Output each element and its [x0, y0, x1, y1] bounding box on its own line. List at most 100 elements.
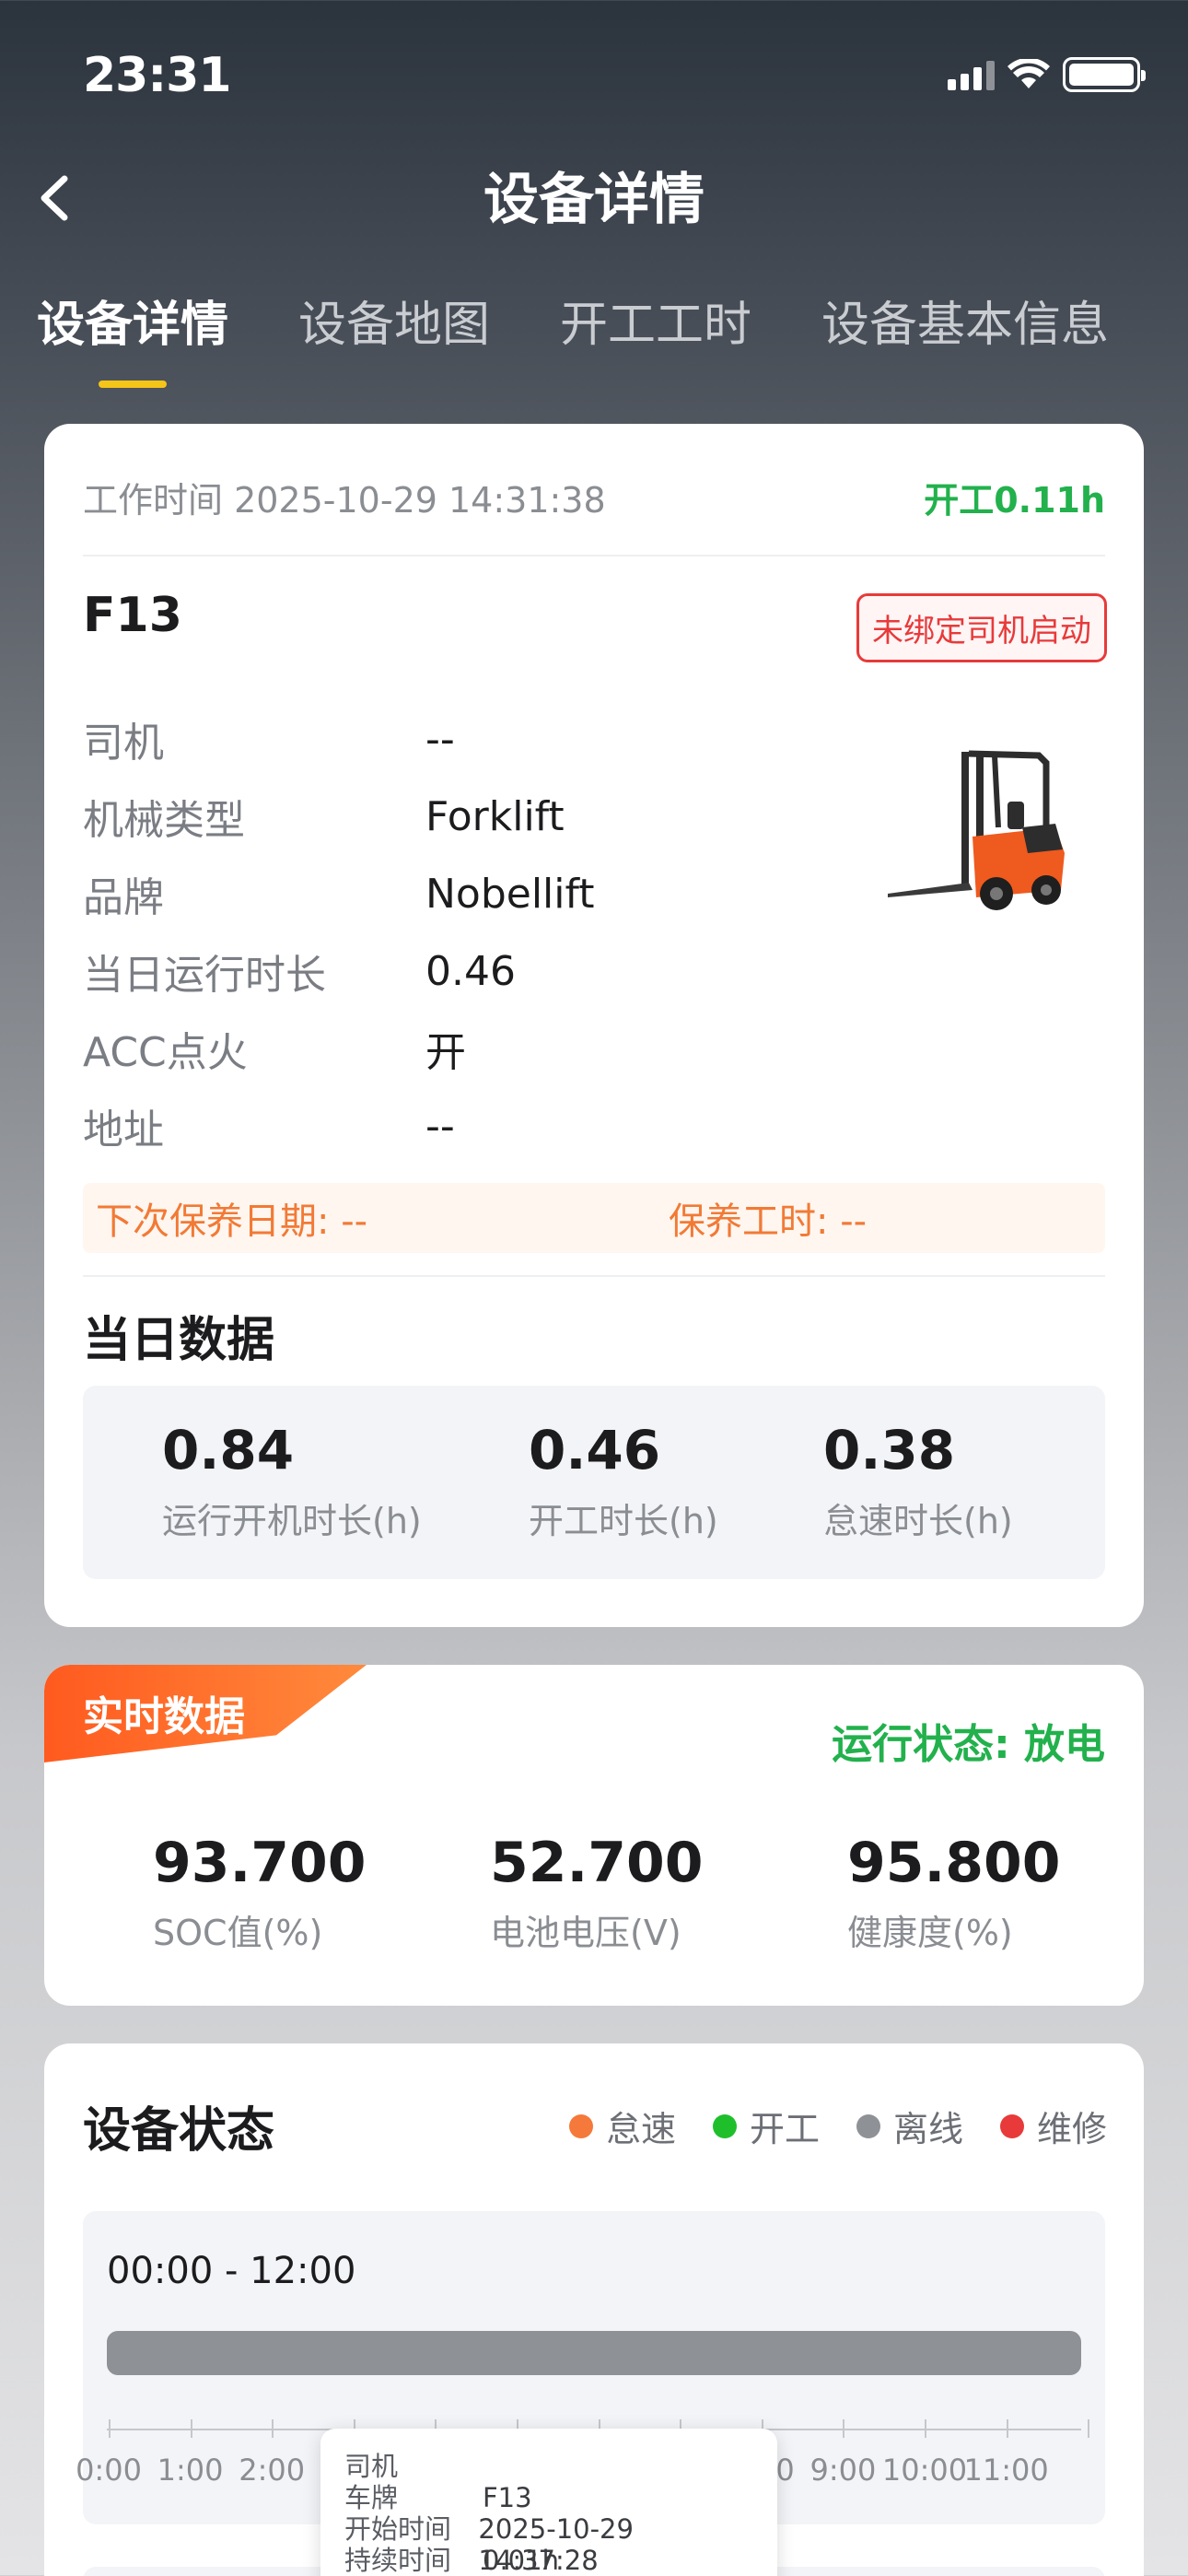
- info-label: 品牌: [83, 874, 164, 921]
- timeline-hour-label: 1:00: [157, 2453, 224, 2488]
- device-info-list: 司机 -- 机械类型 Forklift 品牌 Nobellift 当日运行时长 …: [83, 700, 594, 1165]
- info-row-address: 地址 --: [83, 1087, 594, 1165]
- next-maintenance-date: 下次保养日期: --: [96, 1200, 368, 1243]
- timeline-hour-label: 9:00: [809, 2453, 877, 2488]
- stat-label: SOC值(%): [153, 1913, 323, 1953]
- signal-icon: [948, 59, 995, 90]
- stat-label: 怠速时长(h): [823, 1501, 1013, 1541]
- device-name: F13: [83, 588, 182, 643]
- legend-label: 怠速: [605, 2109, 676, 2149]
- dot-icon: [856, 2113, 880, 2138]
- info-label: 司机: [83, 720, 164, 767]
- realtime-data-card: 实时数据 运行状态: 放电 93.700 SOC值(%) 52.700 电池电压…: [44, 1665, 1144, 2006]
- forklift-image: [888, 750, 1065, 910]
- info-row-brand: 品牌 Nobellift: [83, 855, 594, 932]
- stat-soc: 93.700 SOC值(%): [153, 1831, 367, 1955]
- legend-label: 离线: [892, 2109, 963, 2149]
- status-icons: [948, 57, 1146, 92]
- info-value: --: [425, 1102, 455, 1150]
- timeline-tick: [190, 2419, 192, 2438]
- divider: [83, 1275, 1105, 1277]
- info-value: --: [425, 715, 455, 763]
- stat-value: 0.38: [823, 1419, 956, 1481]
- work-time-label: 工作时间 2025-10-29 14:31:38: [83, 480, 606, 521]
- tab-device-map[interactable]: 设备地图: [298, 286, 490, 355]
- realtime-badge: 实时数据: [44, 1665, 367, 1762]
- tab-bar: 设备详情 设备地图 开工工时 设备基本信息: [37, 286, 1109, 355]
- battery-icon: [1063, 57, 1146, 92]
- tooltip-row: 司机: [344, 2451, 753, 2482]
- status-time: 23:31: [83, 48, 232, 103]
- info-row-machine-type: 机械类型 Forklift: [83, 778, 594, 855]
- legend-offline: 离线: [856, 2101, 963, 2151]
- timeline-tick: [272, 2419, 274, 2438]
- legend-label: 维修: [1036, 2109, 1107, 2149]
- unbound-driver-badge: 未绑定司机启动: [856, 593, 1107, 662]
- timeline-tick: [1088, 2419, 1090, 2438]
- maintenance-bar: 下次保养日期: -- 保养工时: --: [83, 1183, 1105, 1253]
- info-label: 当日运行时长: [83, 952, 326, 999]
- tooltip-value: F13: [483, 2482, 532, 2513]
- work-status: 开工0.11h: [924, 480, 1105, 521]
- stat-idle-hours: 0.38 怠速时长(h): [823, 1419, 1013, 1543]
- run-state: 运行状态: 放电: [832, 1721, 1105, 1768]
- timeline-tick: [925, 2419, 926, 2438]
- stat-value: 0.46: [529, 1419, 661, 1481]
- device-status-title: 设备状态: [83, 2103, 275, 2159]
- divider: [83, 555, 1105, 556]
- info-label: 机械类型: [83, 797, 245, 844]
- dot-icon: [999, 2113, 1024, 2138]
- timeline-range: 00:00 - 12:00: [107, 2250, 356, 2292]
- dot-icon: [712, 2113, 737, 2138]
- stat-battery-voltage: 52.700 电池电压(V): [490, 1831, 704, 1955]
- info-label: 地址: [83, 1107, 164, 1153]
- info-value: Forklift: [425, 792, 565, 840]
- wifi-icon: [1007, 59, 1050, 88]
- stat-value: 95.800: [847, 1831, 1061, 1895]
- tooltip-row: 开始时间 2025-10-29 14:37:28: [344, 2513, 753, 2576]
- stat-label: 健康度(%): [847, 1913, 1013, 1953]
- timeline-hour-label: 10:00: [881, 2453, 968, 2488]
- timeline-tick: [1006, 2419, 1008, 2438]
- tooltip-value: 2025-10-29 14:37:28: [478, 2513, 634, 2576]
- stat-label: 开工时长(h): [529, 1501, 718, 1541]
- stat-value: 52.700: [490, 1831, 704, 1895]
- tooltip-key: 持续时间: [344, 2545, 452, 2576]
- stat-value: 93.700: [153, 1831, 367, 1895]
- device-detail-card: 工作时间 2025-10-29 14:31:38 开工0.11h F13 未绑定…: [44, 424, 1144, 1627]
- stat-label: 电池电压(V): [490, 1913, 681, 1953]
- timeline-tick: [109, 2419, 111, 2438]
- dot-icon: [568, 2113, 593, 2138]
- info-value: Nobellift: [425, 870, 595, 918]
- timeline-tooltip: 司机 车牌 F13 开始时间 2025-10-29 14:37:28 持续时间 …: [320, 2429, 777, 2576]
- stat-runtime: 0.84 运行开机时长(h): [162, 1419, 422, 1543]
- tooltip-value: 0.01h: [483, 2545, 559, 2576]
- stat-work-hours: 0.46 开工时长(h): [529, 1419, 718, 1543]
- timeline-hour-label: 0:00: [76, 2453, 142, 2488]
- status-legend: 怠速 开工 离线 维修: [568, 2101, 1107, 2151]
- tooltip-row: 车牌 F13: [344, 2482, 753, 2513]
- timeline-hour-label: 11:00: [963, 2453, 1049, 2488]
- info-row-driver: 司机 --: [83, 700, 594, 778]
- legend-label: 开工: [749, 2109, 820, 2149]
- info-row-acc-ignition: ACC点火 开: [83, 1010, 594, 1087]
- timeline-tick: [843, 2419, 845, 2438]
- page-title: 设备详情: [483, 168, 705, 232]
- legend-repair: 维修: [999, 2101, 1107, 2151]
- legend-working: 开工: [712, 2101, 820, 2151]
- tooltip-key: 开始时间: [344, 2513, 452, 2545]
- timeline-bar[interactable]: [107, 2331, 1081, 2375]
- daily-data-title: 当日数据: [83, 1313, 275, 1368]
- info-row-daily-runtime: 当日运行时长 0.46: [83, 932, 594, 1010]
- tab-basic-info[interactable]: 设备基本信息: [821, 286, 1109, 355]
- tab-work-hours[interactable]: 开工工时: [560, 286, 751, 355]
- tooltip-key: 车牌: [344, 2482, 399, 2513]
- stat-health: 95.800 健康度(%): [847, 1831, 1061, 1955]
- tooltip-key: 司机: [344, 2451, 399, 2482]
- work-time-row: 工作时间 2025-10-29 14:31:38 开工0.11h: [83, 472, 1105, 522]
- tab-device-detail[interactable]: 设备详情: [37, 286, 228, 355]
- timeline-hour-label: 2:00: [239, 2453, 306, 2488]
- tooltip-row: 持续时间 0.01h: [344, 2545, 753, 2576]
- info-label: ACC点火: [83, 1029, 248, 1076]
- info-value: 0.46: [425, 947, 516, 995]
